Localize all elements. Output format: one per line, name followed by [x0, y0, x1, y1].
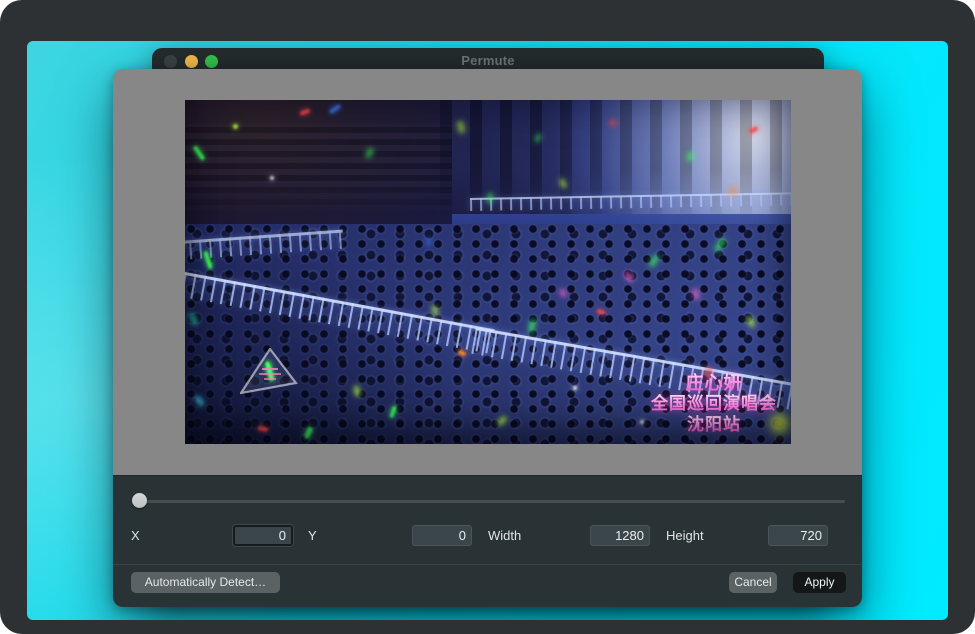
panel-divider — [113, 564, 862, 565]
timeline-slider-track[interactable] — [133, 500, 845, 503]
crop-fields-row: X Y Width Height — [113, 525, 862, 546]
video-vignette — [185, 100, 791, 444]
y-field[interactable] — [412, 525, 472, 546]
outer-frame: Permute — [0, 0, 975, 634]
width-field[interactable] — [590, 525, 650, 546]
apply-button[interactable]: Apply — [793, 572, 846, 593]
x-label: X — [131, 525, 140, 546]
timeline-slider-knob[interactable] — [132, 493, 147, 508]
automatically-detect-button[interactable]: Automatically Detect… — [131, 572, 280, 593]
crop-control-panel: X Y Width Height Automatically Detect… C… — [113, 475, 862, 607]
x-field[interactable] — [233, 525, 293, 546]
crop-dialog: 庄心妍 全国巡回演唱会 沈阳站 X Y Width Height — [113, 69, 862, 607]
cancel-button[interactable]: Cancel — [729, 572, 777, 593]
height-label: Height — [666, 525, 704, 546]
height-field[interactable] — [768, 525, 828, 546]
desktop-background: Permute — [27, 41, 948, 620]
y-label: Y — [308, 525, 317, 546]
video-preview[interactable]: 庄心妍 全国巡回演唱会 沈阳站 — [185, 100, 791, 444]
width-label: Width — [488, 525, 521, 546]
